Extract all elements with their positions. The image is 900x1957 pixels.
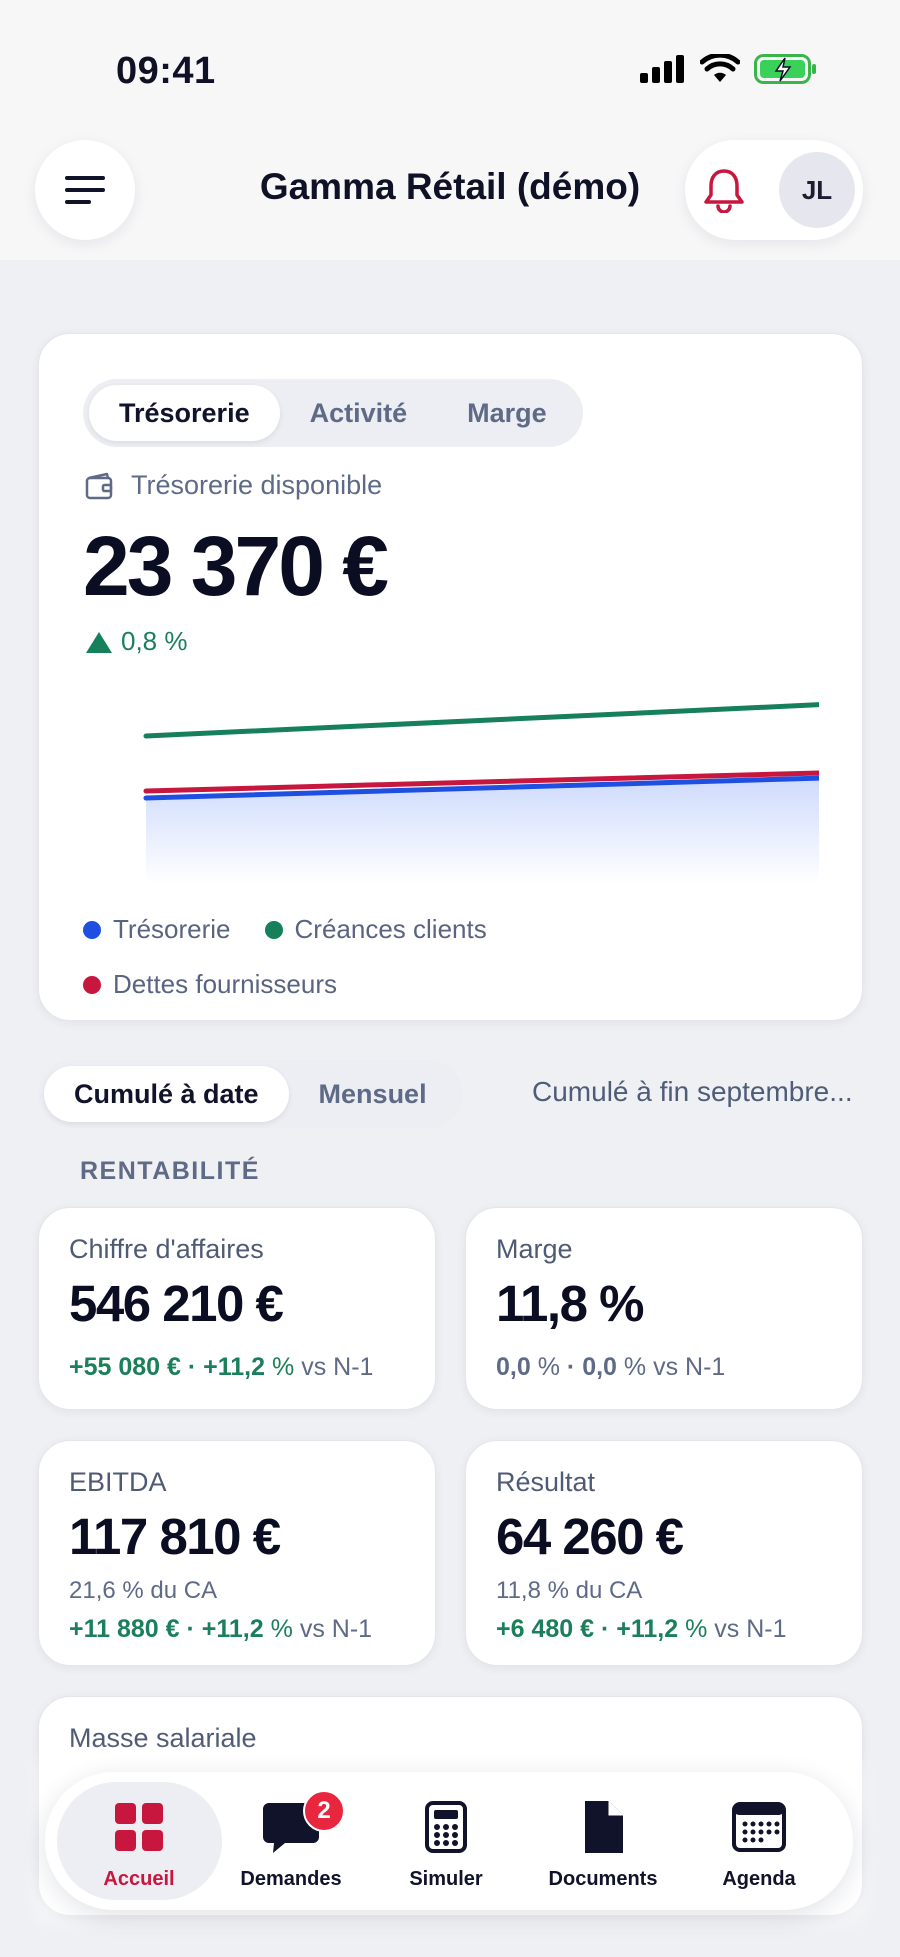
notifications-button[interactable] <box>697 163 751 217</box>
document-icon <box>585 1801 623 1853</box>
cellular-signal-icon <box>640 55 684 83</box>
bottom-navigation: Accueil 2 Demandes Simuler Documents Age… <box>45 1772 853 1910</box>
kpi-delta-unit: % <box>270 1615 293 1643</box>
kpi-delta-abs: 0,0 <box>496 1353 531 1381</box>
battery-charging-icon <box>754 54 816 84</box>
kpi-title: Marge <box>496 1234 573 1264</box>
calendar-icon <box>732 1802 786 1852</box>
treasury-delta: 0,8 % <box>85 626 188 657</box>
bell-icon <box>704 169 744 213</box>
kpi-value: 64 260 € <box>496 1508 684 1565</box>
kpi-delta: 0,0 % · 0,0 % vs N-1 <box>496 1353 725 1382</box>
creances-line <box>143 702 819 739</box>
kpi-delta-suffix: vs N-1 <box>653 1353 726 1381</box>
treasury-card: Trésorerie Activité Marge Trésorerie dis… <box>38 333 863 1021</box>
chart-legend: Trésorerie Créances clients Dettes fourn… <box>83 914 823 1024</box>
tab-marge[interactable]: Marge <box>437 385 577 441</box>
kpi-delta: +6 480 € · +11,2 % vs N-1 <box>496 1615 787 1644</box>
legend-dot-icon <box>83 920 101 939</box>
kpi-card-marge[interactable]: Marge 11,8 % 0,0 % · 0,0 % vs N-1 <box>465 1207 863 1410</box>
kpi-value: 11,8 % <box>496 1275 644 1332</box>
tab-mensuel[interactable]: Mensuel <box>289 1066 457 1122</box>
status-icons <box>640 54 818 84</box>
kpi-title: Chiffre d'affaires <box>69 1234 264 1264</box>
kpi-delta-abs-unit: % <box>537 1353 560 1381</box>
kpi-delta: +55 080 € · +11,2 % vs N-1 <box>69 1353 373 1382</box>
kpi-value: 117 810 € <box>69 1508 281 1565</box>
app-header: Gamma Rétail (démo) JL <box>0 130 900 260</box>
tab-tresorerie[interactable]: Trésorerie <box>89 385 280 441</box>
hamburger-menu-icon <box>65 176 105 204</box>
tab-activite[interactable]: Activité <box>280 385 438 441</box>
period-caption[interactable]: Cumulé à fin septembre... <box>532 1076 868 1108</box>
treasury-label-row: Trésorerie disponible <box>85 470 382 501</box>
legend-label: Dettes fournisseurs <box>113 969 337 999</box>
kpi-card-chiffre-affaires[interactable]: Chiffre d'affaires 546 210 € +55 080 € ·… <box>38 1207 436 1410</box>
kpi-delta-suffix: vs N-1 <box>714 1615 787 1643</box>
page-title: Gamma Rétail (démo) <box>259 166 641 207</box>
kpi-delta-unit: % <box>623 1353 647 1381</box>
trend-up-icon <box>86 631 112 653</box>
nav-label: Simuler <box>409 1868 483 1890</box>
kpi-delta-abs: +55 080 € <box>69 1353 181 1381</box>
wallet-icon <box>85 472 113 499</box>
kpi-delta-suffix: vs N-1 <box>299 1615 373 1643</box>
legend-creances: Créances clients <box>264 914 487 945</box>
menu-button[interactable] <box>35 140 135 240</box>
kpi-delta: +11 880 € · +11,2 % vs N-1 <box>69 1615 372 1644</box>
wifi-icon <box>700 54 740 82</box>
kpi-subtitle: 11,8 % du CA <box>496 1577 643 1604</box>
nav-label: Agenda <box>722 1868 796 1890</box>
home-grid-icon <box>115 1803 163 1851</box>
nav-simuler[interactable]: Simuler <box>376 1798 516 1891</box>
nav-label: Demandes <box>240 1868 342 1890</box>
kpi-delta-pct: +11,2 <box>201 1615 264 1643</box>
treasury-delta-value: 0,8 % <box>121 626 188 656</box>
section-rentabilite: RENTABILITÉ <box>80 1157 260 1185</box>
status-bar: 09:41 <box>0 0 900 140</box>
nav-documents[interactable]: Documents <box>533 1798 673 1891</box>
kpi-delta-suffix: vs N-1 <box>301 1353 374 1381</box>
kpi-delta-unit: % <box>685 1615 708 1643</box>
kpi-delta-sep: · <box>187 1353 197 1381</box>
treasury-chart <box>143 702 819 884</box>
kpi-title: EBITDA <box>69 1467 167 1497</box>
treasury-value: 23 370 € <box>83 519 389 613</box>
nav-label: Accueil <box>103 1868 175 1890</box>
kpi-title: Résultat <box>496 1467 596 1497</box>
tab-cumule-a-date[interactable]: Cumulé à date <box>44 1066 289 1122</box>
kpi-card-ebitda[interactable]: EBITDA 117 810 € 21,6 % du CA +11 880 € … <box>38 1440 436 1666</box>
kpi-delta-pct: +11,2 <box>616 1615 679 1643</box>
indicator-tabs: Trésorerie Activité Marge <box>83 379 583 447</box>
legend-dettes: Dettes fournisseurs <box>83 969 337 1000</box>
demandes-badge: 2 <box>303 1790 345 1832</box>
treasury-label: Trésorerie disponible <box>131 470 383 500</box>
calculator-icon <box>425 1801 467 1853</box>
nav-label: Documents <box>548 1868 658 1890</box>
kpi-delta-pct: +11,2 <box>203 1353 266 1381</box>
kpi-title: Masse salariale <box>69 1723 257 1753</box>
legend-label: Créances clients <box>294 914 487 944</box>
kpi-delta-sep: · <box>566 1353 576 1381</box>
header-actions: JL <box>685 140 863 240</box>
kpi-delta-abs: +11 880 € <box>69 1615 180 1643</box>
kpi-card-resultat[interactable]: Résultat 64 260 € 11,8 % du CA +6 480 € … <box>465 1440 863 1666</box>
legend-dot-icon <box>83 975 101 994</box>
legend-label: Trésorerie <box>113 914 231 944</box>
user-avatar[interactable]: JL <box>779 152 855 228</box>
period-tabs: Cumulé à date Mensuel <box>38 1060 463 1128</box>
kpi-delta-sep: · <box>186 1615 195 1643</box>
kpi-subtitle: 21,6 % du CA <box>69 1577 218 1604</box>
legend-dot-icon <box>264 920 283 939</box>
status-time: 09:41 <box>116 50 216 92</box>
kpi-value: 546 210 € <box>69 1275 284 1332</box>
kpi-delta-abs: +6 480 € <box>496 1615 595 1643</box>
nav-accueil[interactable]: Accueil <box>69 1798 209 1891</box>
kpi-delta-unit: % <box>272 1353 295 1381</box>
nav-demandes[interactable]: 2 Demandes <box>221 1790 361 1891</box>
kpi-delta-sep: · <box>600 1615 610 1643</box>
legend-tresorerie: Trésorerie <box>83 914 231 945</box>
nav-agenda[interactable]: Agenda <box>689 1798 829 1891</box>
kpi-delta-pct: 0,0 <box>582 1353 617 1381</box>
